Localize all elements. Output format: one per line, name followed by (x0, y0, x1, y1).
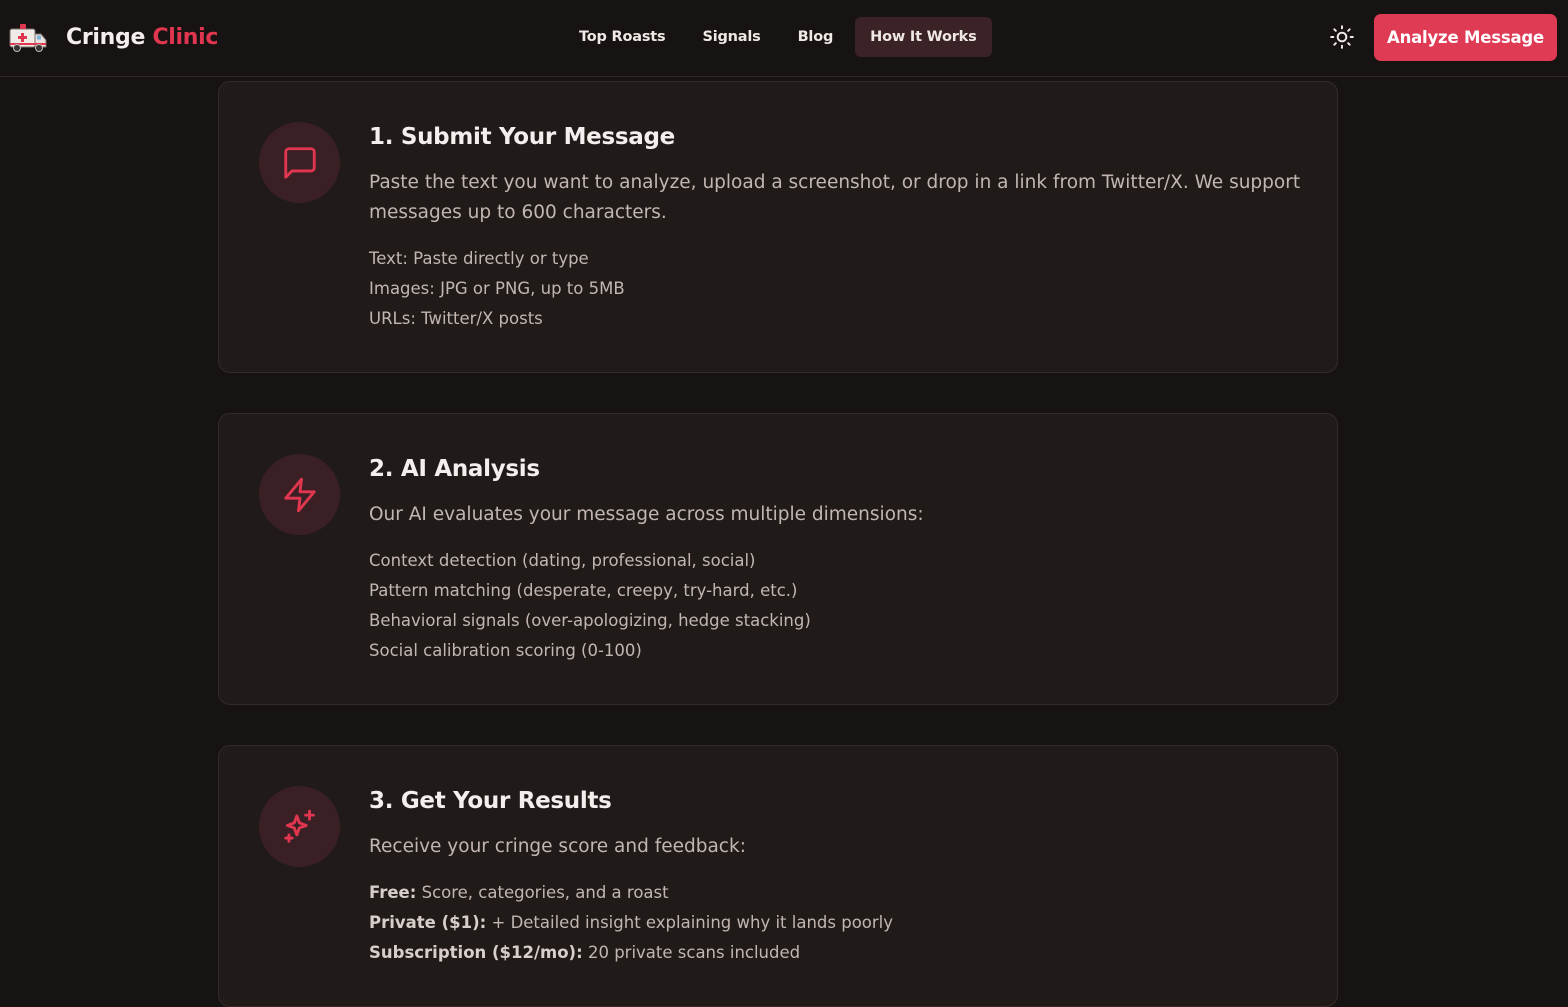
tier-text: 20 private scans included (587, 943, 801, 962)
brand-name-part2: Clinic (152, 24, 219, 50)
list-item: Images: JPG or PNG, up to 5MB (369, 279, 625, 298)
step-card-submit: 1. Submit Your Message Paste the text yo… (218, 81, 1338, 373)
step-title: 1. Submit Your Message (369, 124, 675, 150)
step-description: Receive your cringe score and feedback: (369, 836, 746, 857)
list-item: Social calibration scoring (0-100) (369, 641, 642, 660)
nav-blog[interactable]: Blog (783, 17, 849, 57)
nav-signals[interactable]: Signals (687, 17, 775, 57)
list-item: Context detection (dating, professional,… (369, 551, 756, 570)
sparkles-icon (283, 809, 315, 843)
step-description: Paste the text you want to analyze, uplo… (369, 172, 1301, 223)
step-icon-wrapper (259, 122, 340, 203)
logo[interactable]: Cringe Clinic (8, 20, 218, 54)
nav-top-roasts[interactable]: Top Roasts (564, 17, 680, 57)
brand-name-part1: Cringe (66, 24, 146, 50)
step-icon-wrapper (259, 786, 340, 867)
step-details-list: Free: Score, categories, and a roast Pri… (369, 878, 893, 968)
list-item: Free: Score, categories, and a roast (369, 878, 893, 908)
list-item: URLs: Twitter/X posts (369, 309, 543, 328)
list-item: Text: Paste directly or type (369, 249, 589, 268)
list-item: Behavioral signals (over-apologizing, he… (369, 611, 811, 630)
step-title: 3. Get Your Results (369, 788, 612, 814)
tier-text: + Detailed insight explaining why it lan… (491, 913, 894, 932)
message-square-icon (283, 146, 316, 179)
sun-icon[interactable] (1329, 24, 1355, 50)
step-card-analysis: 2. AI Analysis Our AI evaluates your mes… (218, 413, 1338, 705)
step-details-list: Context detection (dating, professional,… (369, 546, 811, 666)
tier-label: Subscription ($12/mo): (369, 943, 583, 962)
step-card-results: 3. Get Your Results Receive your cringe … (218, 745, 1338, 1007)
site-header: Cringe Clinic Top Roasts Signals Blog Ho… (0, 0, 1568, 77)
step-title: 2. AI Analysis (369, 456, 540, 482)
step-icon-wrapper (259, 454, 340, 535)
analyze-message-button[interactable]: Analyze Message (1374, 14, 1557, 61)
list-item: Private ($1): + Detailed insight explain… (369, 908, 893, 938)
brand-name: Cringe Clinic (66, 25, 218, 50)
main-nav: Top Roasts Signals Blog How It Works (564, 17, 999, 57)
step-details-list: Text: Paste directly or type Images: JPG… (369, 244, 625, 334)
tier-label: Free: (369, 883, 417, 902)
step-description: Our AI evaluates your message across mul… (369, 504, 924, 525)
list-item: Pattern matching (desperate, creepy, try… (369, 581, 798, 600)
ambulance-icon (9, 24, 47, 52)
tier-text: Score, categories, and a roast (421, 883, 669, 902)
list-item: Subscription ($12/mo): 20 private scans … (369, 938, 893, 968)
tier-label: Private ($1): (369, 913, 487, 932)
nav-how-it-works[interactable]: How It Works (855, 17, 992, 57)
lightning-bolt-icon (283, 477, 316, 512)
